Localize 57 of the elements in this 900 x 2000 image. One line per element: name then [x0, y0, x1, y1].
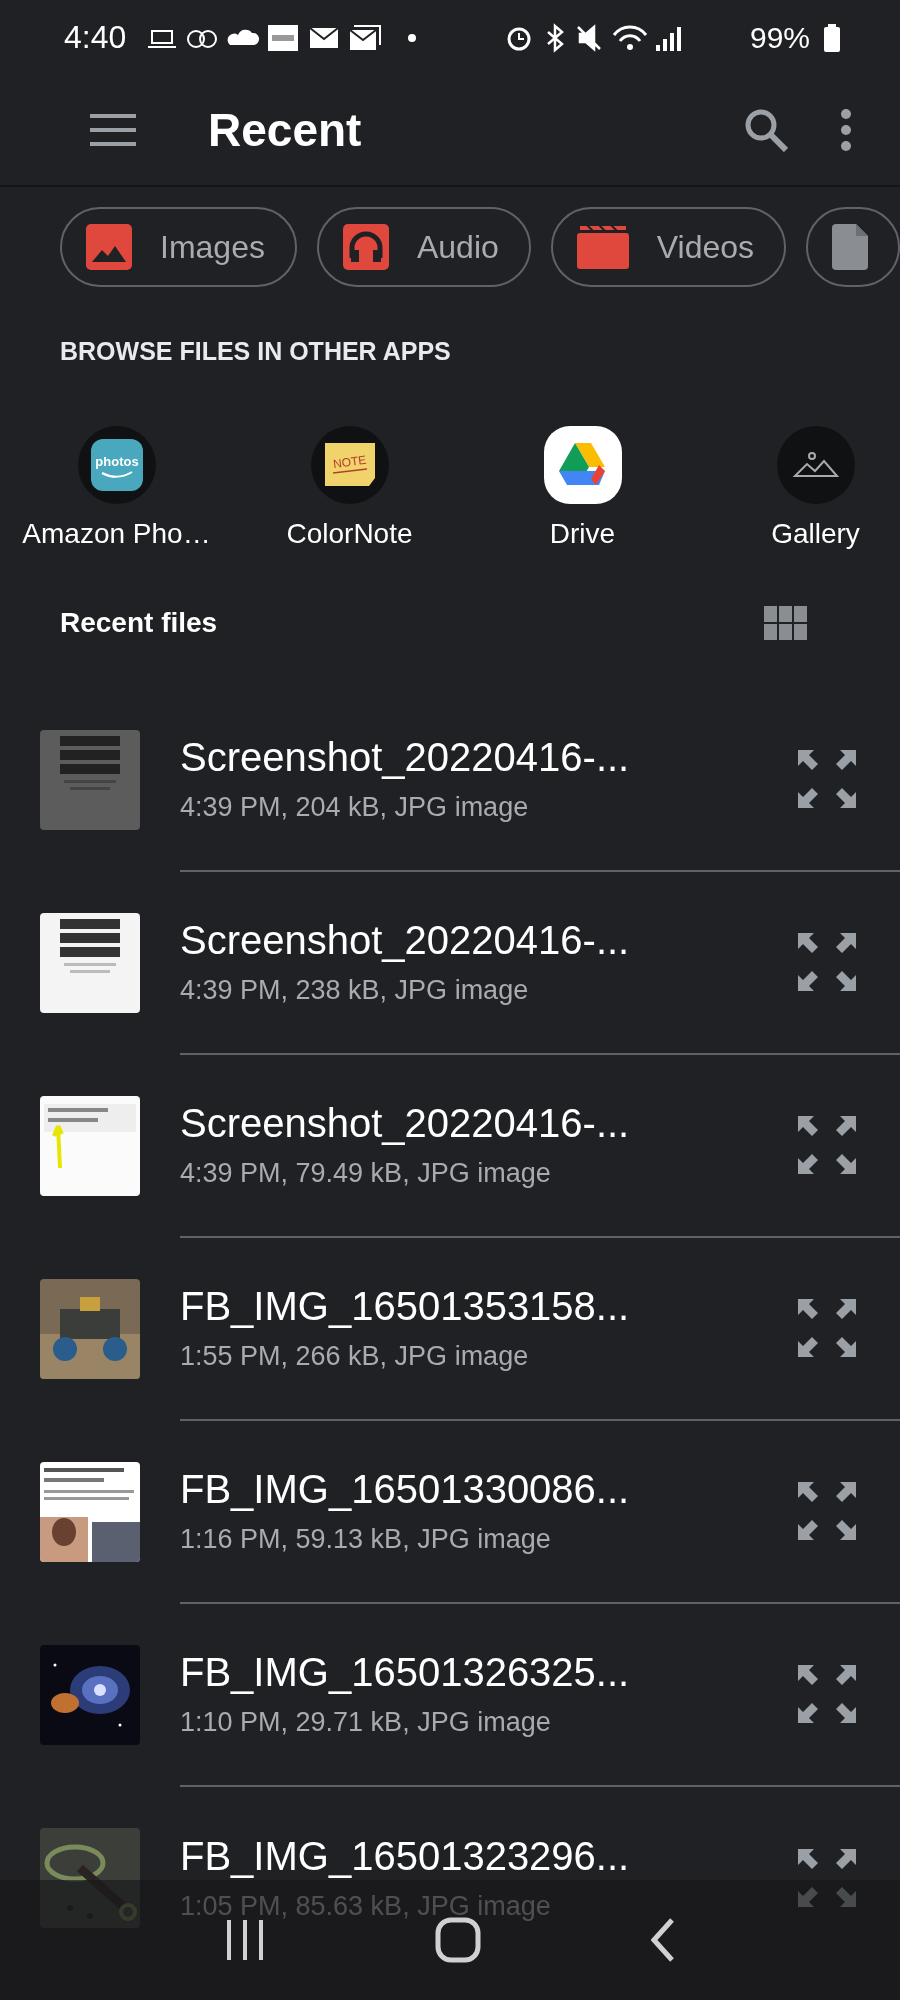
expand-icon	[798, 749, 856, 808]
app-shortcut[interactable]: photos Amazon Pho…	[0, 426, 233, 550]
expand-icon	[798, 1115, 856, 1174]
search-icon	[744, 108, 788, 152]
expand-button[interactable]	[798, 1481, 856, 1540]
expand-icon	[798, 932, 856, 991]
section-heading: Recent files	[60, 607, 218, 639]
expand-icon	[798, 1848, 856, 1907]
battery-icon	[824, 23, 840, 52]
headphones-icon	[342, 224, 389, 270]
app-shortcut[interactable]: NOTE ColorNote	[233, 426, 466, 550]
document-icon	[832, 224, 869, 270]
grid-view-button[interactable]	[764, 606, 808, 640]
expand-button[interactable]	[798, 932, 856, 991]
page-title: Recent	[208, 103, 363, 157]
home-icon	[435, 1917, 481, 1963]
expand-button[interactable]	[798, 1115, 856, 1174]
battery-level: 99%	[749, 20, 810, 55]
file-name: FB_IMG_16501353158...	[180, 1283, 631, 1329]
file-name: Screenshot_20220416-...	[180, 917, 631, 963]
file-name: FB_IMG_16501330086...	[180, 1466, 631, 1512]
category-chip[interactable]: Images	[60, 207, 297, 287]
file-name: Screenshot_20220416-...	[180, 1100, 631, 1146]
expand-button[interactable]	[798, 1848, 856, 1907]
expand-button[interactable]	[798, 1298, 856, 1357]
app-shortcut[interactable]: Drive	[466, 426, 699, 550]
back-icon	[651, 1918, 675, 1962]
drive-icon	[543, 426, 622, 504]
status-time: 4:40	[64, 19, 127, 56]
expand-button[interactable]	[798, 1664, 856, 1723]
menu-icon	[90, 114, 136, 146]
category-chip[interactable]: Videos	[550, 207, 787, 287]
sticky-note-icon: NOTE	[310, 426, 389, 504]
gallery-icon	[776, 426, 855, 504]
file-details: 4:39 PM, 238 kB, JPG image	[180, 974, 530, 1006]
image-icon	[86, 224, 132, 270]
file-details: 1:10 PM, 29.71 kB, JPG image	[180, 1706, 552, 1738]
category-chip[interactable]	[806, 207, 900, 287]
file-name: Screenshot_20220416-...	[180, 734, 631, 780]
expand-icon	[798, 1664, 856, 1723]
expand-icon	[798, 1298, 856, 1357]
grid-icon	[764, 606, 808, 640]
expand-icon	[798, 1481, 856, 1540]
section-heading: BROWSE FILES IN OTHER APPS	[59, 336, 452, 366]
recents-icon	[225, 1920, 265, 1960]
file-details: 4:39 PM, 79.49 kB, JPG image	[180, 1157, 552, 1189]
photos-app-icon: photos	[77, 426, 156, 504]
file-details: 4:39 PM, 204 kB, JPG image	[180, 791, 530, 823]
file-name: FB_IMG_16501323296...	[180, 1833, 631, 1879]
expand-button[interactable]	[798, 749, 856, 808]
file-details: 1:16 PM, 59.13 kB, JPG image	[180, 1523, 552, 1555]
more-icon	[840, 108, 852, 152]
category-chip[interactable]: Audio	[316, 207, 531, 287]
file-name: FB_IMG_16501326325...	[180, 1649, 631, 1695]
file-details: 1:55 PM, 266 kB, JPG image	[180, 1340, 530, 1372]
app-shortcut[interactable]: Gallery	[699, 426, 900, 550]
clapperboard-icon	[576, 225, 629, 269]
